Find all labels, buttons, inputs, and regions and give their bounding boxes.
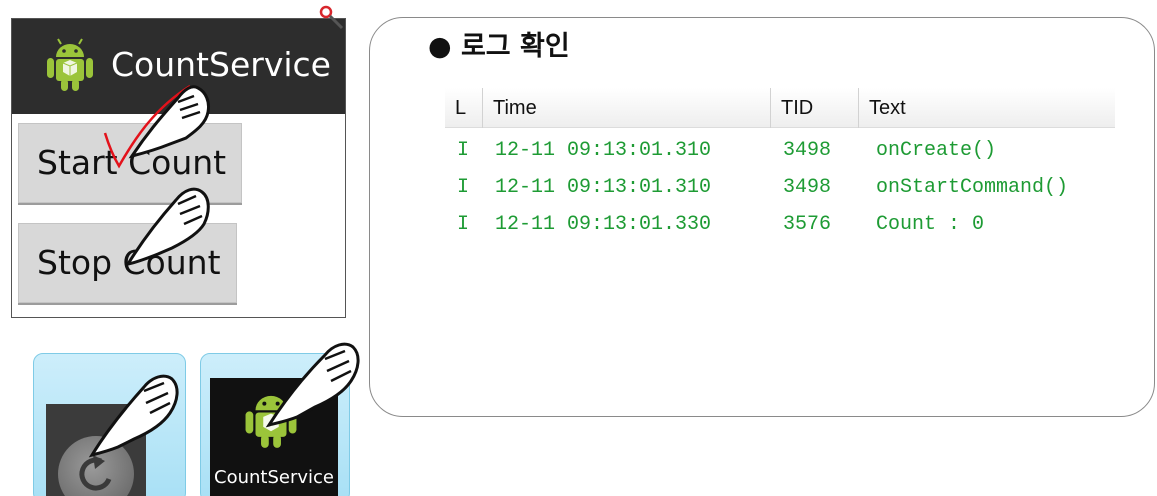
android-logo-icon [245,395,297,448]
log-tid: 3576 [783,213,832,236]
android-logo-icon [47,38,93,91]
back-arrow-icon [79,455,112,491]
column-header-text[interactable]: Text [858,88,1115,128]
start-count-button[interactable]: Start Count [18,123,242,203]
column-header-tid[interactable]: TID [770,88,858,128]
app-label: CountService [214,467,334,488]
log-row[interactable]: I 12-11 09:13:01.330 3576 Count : 0 [445,210,1115,240]
app-icon-frame: CountService [210,378,338,496]
log-row[interactable]: I 12-11 09:13:01.310 3498 onStartCommand… [445,173,1115,203]
log-text: Count : 0 [876,213,985,236]
log-time: 12-11 09:13:01.330 [495,213,712,236]
section-heading: ● 로그 확인 [428,31,570,62]
column-header-time[interactable]: Time [482,88,770,128]
log-time: 12-11 09:13:01.310 [495,176,712,199]
app-title: CountService [111,45,331,84]
back-button-frame [46,404,146,496]
log-tid: 3498 [783,139,832,162]
countservice-app-tile[interactable]: CountService [200,353,350,496]
stop-count-button[interactable]: Stop Count [18,223,237,303]
log-tid: 3498 [783,176,832,199]
log-level: I [457,176,470,199]
log-row[interactable]: I 12-11 09:13:01.310 3498 onCreate() [445,136,1115,166]
column-header-level[interactable]: L [445,88,482,128]
log-text: onStartCommand() [876,176,1069,199]
back-tile[interactable] [33,353,186,496]
log-time: 12-11 09:13:01.310 [495,139,712,162]
log-table-header: L Time TID Text [445,88,1115,128]
log-level: I [457,213,470,236]
log-text: onCreate() [876,139,997,162]
log-panel: ● 로그 확인 L Time TID Text I 12-11 09:13:01… [369,17,1155,417]
phone-screen: CountService Start Count Stop Count [11,18,346,318]
log-level: I [457,139,470,162]
action-bar: CountService [12,19,345,114]
